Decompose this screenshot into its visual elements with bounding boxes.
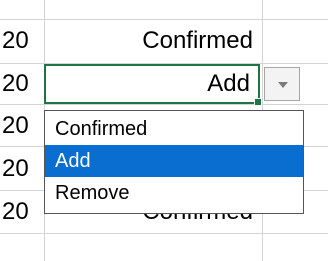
dropdown-toggle-button[interactable] bbox=[264, 67, 300, 101]
dropdown-list: Confirmed Add Remove bbox=[44, 110, 304, 214]
cell-number[interactable]: 20 bbox=[0, 192, 46, 232]
dropdown-option-remove[interactable]: Remove bbox=[45, 177, 303, 209]
dropdown-option-confirmed[interactable]: Confirmed bbox=[45, 113, 303, 145]
chevron-down-icon bbox=[278, 82, 288, 88]
cell-status[interactable]: Confirmed bbox=[45, 21, 253, 61]
active-cell-value: Add bbox=[207, 70, 250, 97]
spreadsheet-grid: 20 20 20 20 20 Confirmed Confirmed Add C… bbox=[0, 0, 328, 261]
active-cell[interactable]: Add bbox=[44, 64, 262, 106]
dropdown-option-add[interactable]: Add bbox=[45, 145, 303, 177]
cell-number[interactable]: 20 bbox=[0, 149, 46, 189]
cell-number[interactable]: 20 bbox=[0, 106, 46, 146]
fill-handle[interactable] bbox=[254, 98, 262, 106]
cell-number[interactable]: 20 bbox=[0, 64, 46, 104]
gridline bbox=[0, 233, 328, 234]
cell-number[interactable]: 20 bbox=[0, 21, 46, 61]
gridline bbox=[0, 19, 328, 20]
gridline bbox=[0, 104, 328, 105]
